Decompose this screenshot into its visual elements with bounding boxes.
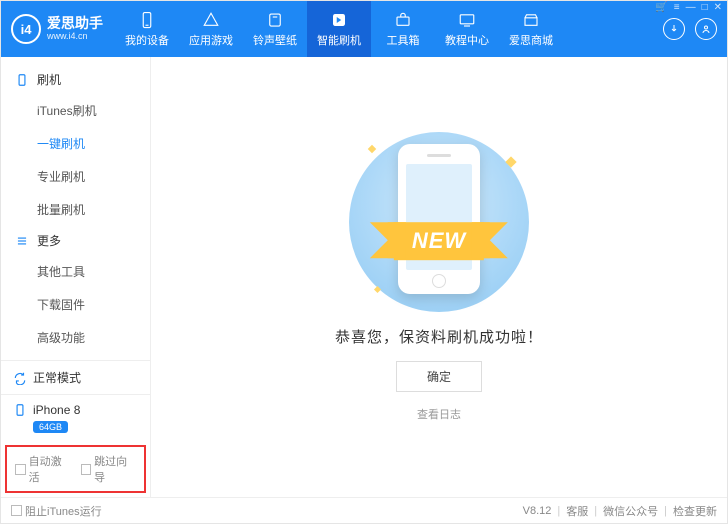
view-log-link[interactable]: 查看日志	[417, 406, 461, 422]
flash-icon	[330, 11, 348, 29]
sidebar-checks: 自动激活 跳过向导	[5, 445, 146, 493]
nav-flash[interactable]: 智能刷机	[307, 1, 371, 57]
nav-my-device[interactable]: 我的设备	[115, 1, 179, 57]
top-nav: 我的设备 应用游戏 铃声壁纸 智能刷机 工具箱 教程中心	[115, 1, 653, 57]
support-link[interactable]: 客服	[566, 503, 588, 519]
sidebar-item-oneclick-flash[interactable]: 一键刷机	[1, 127, 150, 160]
sidebar-item-download-firmware[interactable]: 下载固件	[1, 288, 150, 321]
nav-label: 应用游戏	[189, 32, 233, 48]
close-icon[interactable]: ✕	[714, 2, 722, 13]
check-auto-activate[interactable]: 自动激活	[15, 453, 71, 485]
menu-icon	[15, 234, 29, 248]
success-illustration: NEW	[349, 132, 529, 312]
nav-toolbox[interactable]: 工具箱	[371, 1, 435, 57]
check-skip-guide[interactable]: 跳过向导	[81, 453, 137, 485]
ok-button[interactable]: 确定	[396, 361, 482, 392]
nav-label: 教程中心	[445, 32, 489, 48]
sidebar: 刷机 iTunes刷机 一键刷机 专业刷机 批量刷机 更多 其他工具 下载固件 …	[1, 57, 151, 497]
phone-icon	[15, 73, 29, 87]
sidebar-item-batch-flash[interactable]: 批量刷机	[1, 193, 150, 226]
brand-url: www.i4.cn	[47, 32, 103, 42]
download-button[interactable]	[663, 18, 685, 40]
version-label: V8.12	[523, 505, 552, 517]
apps-icon	[202, 11, 220, 29]
sidebar-item-advanced[interactable]: 高级功能	[1, 321, 150, 354]
store-icon	[522, 11, 540, 29]
sidebar-device[interactable]: iPhone 8 64GB	[1, 394, 150, 441]
brand-name: 爱思助手	[47, 16, 103, 31]
nav-ringtones[interactable]: 铃声壁纸	[243, 1, 307, 57]
sidebar-status[interactable]: 正常模式	[1, 360, 150, 394]
nav-tutorial[interactable]: 教程中心	[435, 1, 499, 57]
main-content: NEW 恭喜您，保资料刷机成功啦！ 确定 查看日志	[151, 57, 727, 497]
wechat-link[interactable]: 微信公众号	[603, 503, 658, 519]
refresh-icon	[13, 371, 27, 385]
sidebar-section-more: 更多	[1, 226, 150, 255]
sidebar-item-other-tools[interactable]: 其他工具	[1, 255, 150, 288]
music-icon	[266, 11, 284, 29]
minimize-icon[interactable]: —	[686, 2, 696, 13]
nav-store[interactable]: 爱思商城	[499, 1, 563, 57]
sidebar-item-itunes-flash[interactable]: iTunes刷机	[1, 94, 150, 127]
cart-icon[interactable]: 🛒	[655, 2, 667, 13]
header: i4 爱思助手 www.i4.cn 我的设备 应用游戏 铃声壁纸 智能刷机	[1, 1, 727, 57]
nav-label: 铃声壁纸	[253, 32, 297, 48]
new-ribbon: NEW	[394, 222, 484, 260]
nav-label: 智能刷机	[317, 32, 361, 48]
device-icon	[138, 11, 156, 29]
window-controls: 🛒 ≡ — □ ✕	[655, 2, 722, 13]
sidebar-section-flash: 刷机	[1, 65, 150, 94]
device-icon	[13, 403, 27, 417]
tutorial-icon	[458, 11, 476, 29]
footer: 阻止iTunes运行 V8.12 | 客服 | 微信公众号 | 检查更新	[1, 497, 727, 523]
menu-icon[interactable]: ≡	[674, 2, 680, 13]
storage-badge: 64GB	[33, 421, 68, 433]
nav-apps[interactable]: 应用游戏	[179, 1, 243, 57]
update-link[interactable]: 检查更新	[673, 503, 717, 519]
toolbox-icon	[394, 11, 412, 29]
logo-icon: i4	[11, 14, 41, 44]
check-block-itunes[interactable]: 阻止iTunes运行	[11, 503, 102, 519]
sidebar-item-pro-flash[interactable]: 专业刷机	[1, 160, 150, 193]
user-button[interactable]	[695, 18, 717, 40]
nav-label: 爱思商城	[509, 32, 553, 48]
nav-label: 我的设备	[125, 32, 169, 48]
logo[interactable]: i4 爱思助手 www.i4.cn	[1, 1, 115, 57]
success-message: 恭喜您，保资料刷机成功啦！	[335, 326, 543, 347]
maximize-icon[interactable]: □	[702, 2, 708, 13]
nav-label: 工具箱	[387, 32, 420, 48]
device-name: iPhone 8	[33, 403, 80, 417]
